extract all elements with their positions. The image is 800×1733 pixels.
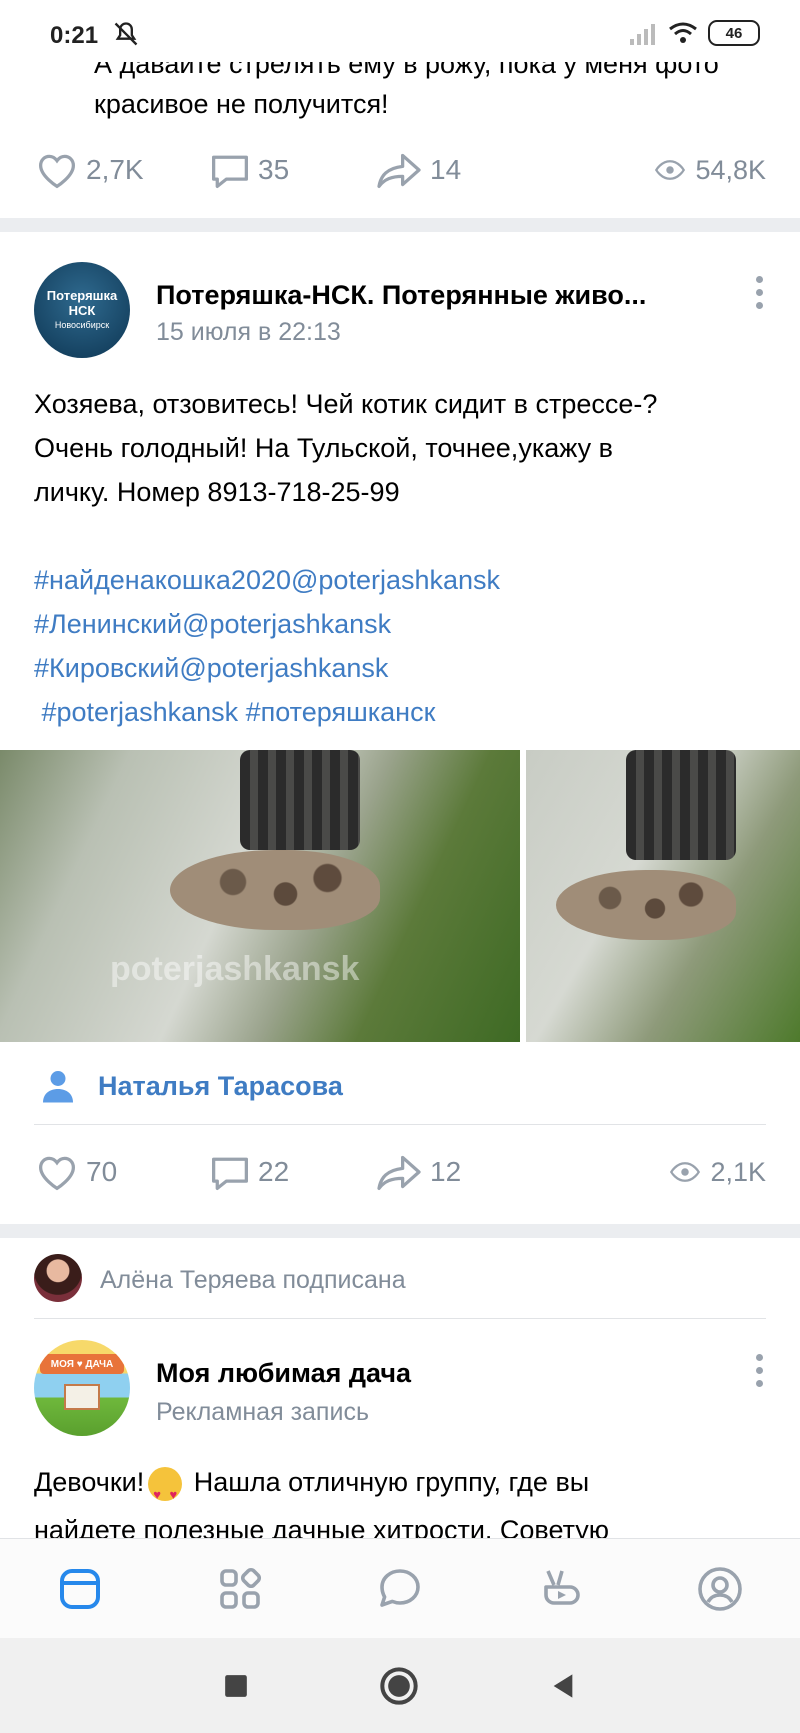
post-author-name[interactable]: Моя любимая дача (156, 1358, 411, 1389)
profile-icon (698, 1566, 742, 1611)
hashtag-link[interactable]: #poterjashkansk #потеряшканск (34, 690, 774, 734)
comment-icon (212, 155, 248, 188)
more-options-icon[interactable] (756, 276, 764, 309)
comment-button[interactable]: 35 (208, 140, 289, 200)
subscription-notice[interactable]: Алёна Теряева подписана (100, 1266, 406, 1295)
house-shape (64, 1384, 100, 1410)
tire-shape (626, 750, 736, 860)
signal-icon (630, 24, 655, 45)
post-card: Потеряшка НСК Новосибирск Потеряшка-НСК.… (0, 232, 800, 1224)
comment-icon (212, 1157, 248, 1190)
eye-icon (655, 160, 686, 180)
post-date[interactable]: 15 июля в 22:13 (156, 318, 341, 347)
post-photos: poterjashkansk (0, 750, 800, 1042)
home-button-icon[interactable] (379, 1666, 419, 1706)
hashtag-link[interactable]: #найденакошка2020@poterjashkansk (34, 558, 774, 602)
group-avatar[interactable]: МОЯ ♥ ДАЧА (34, 1340, 130, 1436)
tab-messages[interactable] (360, 1549, 440, 1629)
photo-author-line[interactable]: Наталья Тарасова (40, 1068, 343, 1104)
divider (34, 1124, 766, 1125)
services-icon (220, 1567, 262, 1609)
clips-icon (544, 1569, 580, 1605)
hashtag-link[interactable]: #Ленинский@poterjashkansk (34, 602, 774, 646)
tire-shape (240, 750, 360, 850)
status-time: 0:21 (50, 22, 99, 49)
home-icon (60, 1568, 100, 1609)
photo-watermark: poterjashkansk (110, 950, 360, 988)
hashtag-link[interactable]: #Кировский@poterjashkansk (34, 646, 774, 690)
share-icon (377, 1155, 421, 1190)
comment-count: 22 (258, 1156, 290, 1187)
bottom-tab-bar (0, 1538, 800, 1638)
status-bar: 0:21 46 (0, 0, 800, 62)
messages-icon (380, 1568, 420, 1607)
post-photo[interactable] (526, 750, 800, 1042)
post-hashtags: #найденакошка2020@poterjashkansk #Ленинс… (34, 558, 774, 734)
views-counter: 54,8K (655, 140, 766, 200)
cat-shape (556, 870, 736, 940)
comment-button[interactable]: 22 (208, 1142, 289, 1202)
recent-apps-icon[interactable] (223, 1673, 249, 1699)
wifi-icon (669, 22, 697, 43)
notifications-off-icon (114, 22, 138, 46)
status-indicators: 46 (628, 20, 760, 46)
user-icon (43, 1071, 73, 1103)
eye-icon (670, 1162, 701, 1182)
ad-label: Рекламная запись (156, 1398, 369, 1426)
share-button[interactable]: 14 (374, 140, 461, 200)
avatar-label: МОЯ ♥ ДАЧА (40, 1354, 124, 1374)
post-text: Хозяева, отзовитесь! Чей котик сидит в с… (34, 389, 658, 507)
system-navigation-bar (0, 1638, 800, 1733)
like-button[interactable]: 2,7K (34, 140, 144, 200)
friend-avatar[interactable] (34, 1254, 82, 1302)
like-button[interactable]: 70 (34, 1142, 117, 1202)
tab-profile[interactable] (680, 1549, 760, 1629)
group-avatar[interactable]: Потеряшка НСК Новосибирск (34, 262, 130, 358)
like-count: 70 (86, 1156, 118, 1187)
share-icon (377, 153, 421, 188)
divider (34, 1318, 766, 1319)
previous-post-actions: 2,7K 35 14 54,8K (0, 140, 800, 200)
share-count: 14 (430, 154, 462, 185)
cat-shape (170, 850, 380, 930)
next-post-card: Алёна Теряева подписана МОЯ ♥ ДАЧА Моя л… (0, 1238, 800, 1545)
views-count: 54,8K (695, 154, 766, 185)
photo-author-name[interactable]: Наталья Тарасова (98, 1071, 343, 1102)
heart-icon (38, 154, 76, 189)
share-count: 12 (430, 1156, 462, 1187)
back-icon[interactable] (549, 1672, 577, 1700)
tab-services[interactable] (200, 1549, 280, 1629)
views-counter: 2,1K (670, 1142, 766, 1202)
post-author-name[interactable]: Потеряшка-НСК. Потерянные живо... (156, 280, 696, 311)
previous-post-text: А давайте стрелять ему в рожу, пока у ме… (94, 62, 719, 119)
tab-home[interactable] (40, 1549, 120, 1629)
heart-eyes-emoji-icon (148, 1466, 183, 1519)
heart-icon (38, 1156, 76, 1191)
post-photo[interactable]: poterjashkansk (0, 750, 520, 1042)
tab-clips[interactable] (520, 1549, 600, 1629)
post-actions: 70 22 12 2,1K (0, 1142, 800, 1202)
share-button[interactable]: 12 (374, 1142, 461, 1202)
more-options-icon[interactable] (756, 1354, 764, 1387)
like-count: 2,7K (86, 154, 144, 185)
views-count: 2,1K (710, 1156, 766, 1187)
comment-count: 35 (258, 154, 290, 185)
battery-indicator: 46 (708, 20, 760, 46)
